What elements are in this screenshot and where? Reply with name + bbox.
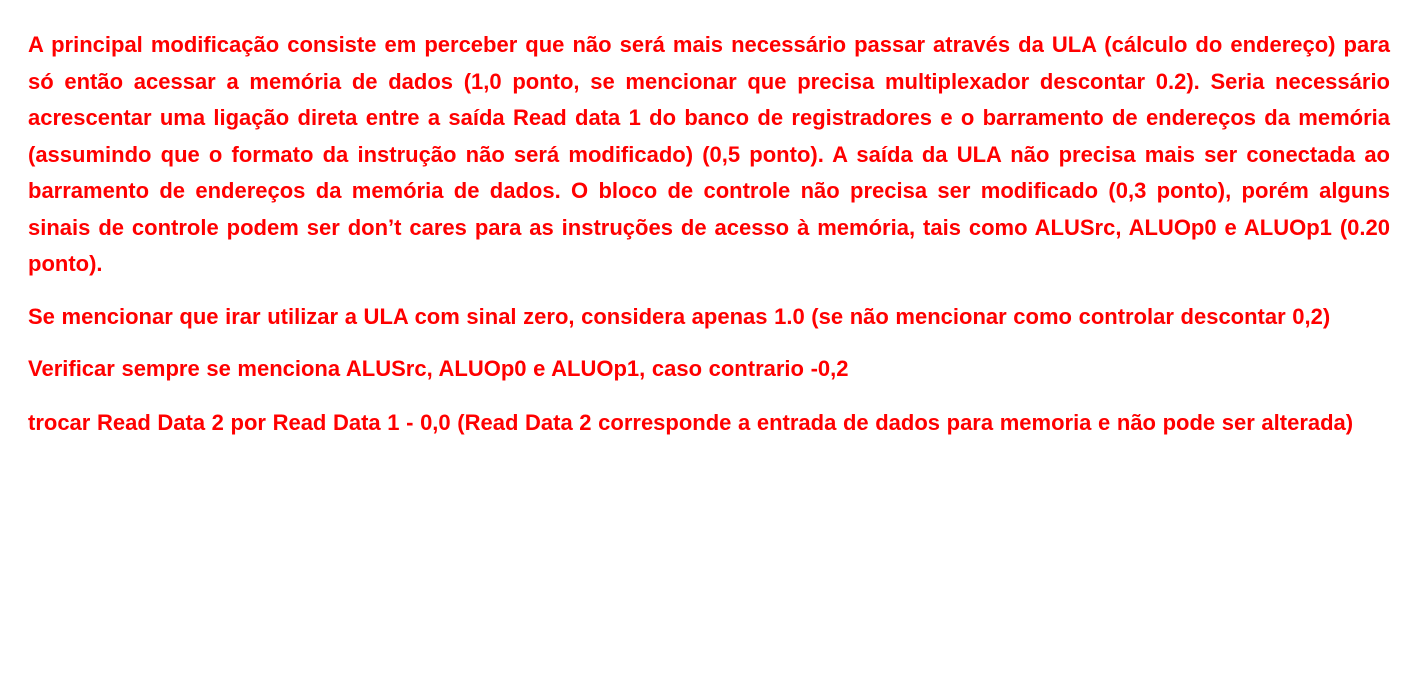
answer-paragraph: A principal modificação consiste em perc…	[28, 32, 1390, 276]
grading-note-control-signals: Verificar sempre se menciona ALUSrc, ALU…	[28, 356, 849, 381]
grading-note-read-data: trocar Read Data 2 por Read Data 1 - 0,0…	[28, 409, 1354, 435]
document-page: A principal modificação consiste em perc…	[0, 0, 1418, 698]
grading-note-ula-zero: Se mencionar que irar utilizar a ULA com…	[28, 303, 1331, 329]
